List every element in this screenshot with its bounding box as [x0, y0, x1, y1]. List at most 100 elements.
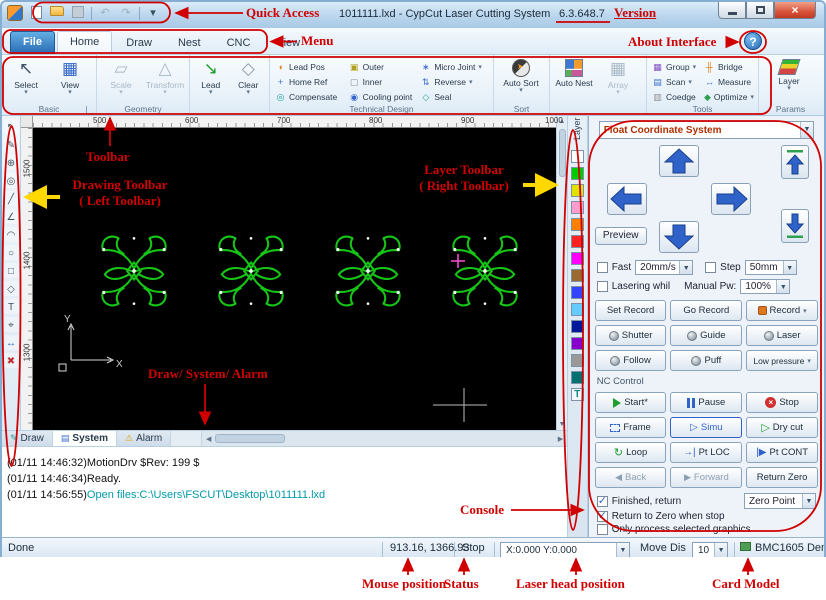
- layer-color-swatch[interactable]: [570, 320, 584, 333]
- inner-button[interactable]: ▢ Inner: [346, 75, 418, 89]
- reverse-button[interactable]: ⇅ Reverse ▾: [417, 75, 491, 89]
- tab-nest[interactable]: Nest: [166, 33, 213, 54]
- follow-button[interactable]: Follow: [594, 350, 667, 371]
- dry-cut-button[interactable]: ▷ Dry cut: [746, 417, 818, 438]
- layer-color-swatch[interactable]: [570, 371, 584, 384]
- text-tool-icon[interactable]: T: [3, 299, 19, 314]
- log-file-link[interactable]: Open files:C:\Users\FSCUT\Desktop\101111…: [87, 489, 325, 501]
- puff-button[interactable]: Puff: [670, 350, 743, 371]
- pt-loc-button[interactable]: →| Pt LOC: [670, 442, 743, 463]
- layer-button[interactable]: Layer ▾: [761, 57, 817, 103]
- layer-color-swatch[interactable]: [570, 235, 584, 248]
- delete-tool-icon[interactable]: ✖: [3, 353, 19, 368]
- jog-down-button[interactable]: [658, 221, 699, 253]
- outer-button[interactable]: ▣ Outer: [346, 60, 418, 74]
- zero-point-select[interactable]: Zero Point ▼: [744, 493, 816, 509]
- close-button[interactable]: ×: [774, 2, 816, 19]
- tab-draw[interactable]: Draw: [114, 33, 164, 54]
- auto-sort-button[interactable]: Auto Sort ▾: [496, 57, 546, 103]
- group-button[interactable]: ▦ Group ▾: [649, 60, 701, 74]
- low-pressure-button[interactable]: Low pressure ▾: [746, 350, 818, 371]
- undo-icon[interactable]: ↶: [97, 6, 113, 21]
- measure-button[interactable]: ↔ Measure: [701, 75, 756, 89]
- layer-color-swatch[interactable]: [570, 303, 584, 316]
- layer-color-swatch[interactable]: [570, 252, 584, 265]
- home-ref-button[interactable]: + Home Ref: [272, 75, 346, 89]
- layer-color-swatch[interactable]: [570, 269, 584, 282]
- forward-button[interactable]: ▶ Forward: [670, 467, 743, 488]
- stop-button[interactable]: × Stop: [746, 392, 818, 413]
- open-file-icon[interactable]: [49, 5, 65, 21]
- horizontal-scrollbar[interactable]: ◀ ▶: [201, 431, 567, 446]
- frame-button[interactable]: Frame: [594, 417, 667, 438]
- clear-button[interactable]: ◇ Clear ▾: [230, 57, 268, 103]
- redo-icon[interactable]: ↷: [118, 6, 134, 21]
- laser-button[interactable]: Laser: [746, 325, 818, 346]
- new-file-icon[interactable]: [28, 5, 44, 21]
- line-tool-icon[interactable]: ╱: [3, 191, 19, 206]
- cooling-point-button[interactable]: ◉ Cooling point: [346, 90, 418, 104]
- back-button[interactable]: ◀ Back: [594, 467, 667, 488]
- micro-joint-button[interactable]: ∗ Micro Joint ▾: [417, 60, 491, 74]
- console-log[interactable]: (01/11 14:46:32)MotionDrv $Rev: 199 $ (0…: [2, 446, 567, 537]
- scrollbar-thumb[interactable]: [215, 434, 286, 443]
- tab-view[interactable]: View: [264, 33, 312, 54]
- finished-return-checkbox[interactable]: [596, 494, 608, 507]
- save-file-icon[interactable]: [70, 5, 86, 21]
- scroll-down-icon[interactable]: ▼: [559, 419, 566, 430]
- focus-up-button[interactable]: [780, 145, 809, 179]
- polygon-tool-icon[interactable]: ◇: [3, 281, 19, 296]
- preview-button[interactable]: Preview: [594, 227, 647, 245]
- view-button[interactable]: ▦ View ▾: [48, 57, 92, 103]
- layer-color-swatch[interactable]: [570, 354, 584, 367]
- select-button[interactable]: ↖ Select ▾: [4, 57, 48, 103]
- jog-up-button[interactable]: [658, 145, 699, 177]
- scrollbar-thumb[interactable]: [558, 129, 566, 177]
- help-button[interactable]: ?: [744, 32, 762, 50]
- scan-button[interactable]: ▤ Scan ▾: [649, 75, 701, 89]
- tab-draw-log[interactable]: ✎ Draw: [2, 431, 53, 446]
- rect-tool-icon[interactable]: □: [3, 263, 19, 278]
- polyline-tool-icon[interactable]: ∠: [3, 209, 19, 224]
- layer-color-swatch[interactable]: [570, 218, 584, 231]
- focus-down-button[interactable]: [780, 209, 809, 243]
- pause-button[interactable]: Pause: [670, 392, 743, 413]
- fast-speed-select[interactable]: 20mm/s ▼: [635, 260, 694, 275]
- record-button[interactable]: Record ▾: [746, 300, 818, 321]
- layer-color-swatch[interactable]: [570, 337, 584, 350]
- loop-button[interactable]: ↻ Loop: [594, 442, 667, 463]
- layer-color-swatch[interactable]: [570, 286, 584, 299]
- manual-pw-select[interactable]: 100% ▼: [740, 279, 791, 294]
- layer-color-swatch[interactable]: [570, 150, 584, 163]
- go-record-button[interactable]: Go Record: [670, 300, 743, 321]
- optimize-button[interactable]: ◆ Optimize ▾: [701, 90, 756, 104]
- minimize-button[interactable]: [718, 2, 746, 19]
- select-tool-icon[interactable]: ↖: [3, 119, 19, 134]
- scroll-right-icon[interactable]: ▶: [554, 435, 567, 443]
- simu-button[interactable]: ▷ Simu: [670, 417, 743, 438]
- layer-color-swatch[interactable]: [570, 184, 584, 197]
- lead-button[interactable]: ↘ Lead ▾: [192, 57, 230, 103]
- transform-button[interactable]: △ Transform ▾: [143, 57, 187, 103]
- measure-tool-icon[interactable]: ↔: [3, 335, 19, 350]
- lead-pos-button[interactable]: ◖ Lead Pos: [272, 60, 346, 74]
- return-to-zero-checkbox[interactable]: [596, 509, 608, 522]
- layer-color-swatch[interactable]: [570, 167, 584, 180]
- layer-color-swatch[interactable]: [570, 201, 584, 214]
- zoom-tool-icon[interactable]: ◎: [3, 173, 19, 188]
- step-checkbox[interactable]: [705, 262, 717, 273]
- only-selected-checkbox[interactable]: [596, 524, 608, 535]
- move-dis-select[interactable]: 10 ▼: [692, 542, 728, 557]
- shutter-button[interactable]: Shutter: [594, 325, 667, 346]
- app-logo-icon[interactable]: [7, 5, 23, 21]
- pt-cont-button[interactable]: |▶ Pt CONT: [746, 442, 818, 463]
- guide-button[interactable]: Guide: [670, 325, 743, 346]
- circle-tool-icon[interactable]: ○: [3, 245, 19, 260]
- arc-tool-icon[interactable]: ◠: [3, 227, 19, 242]
- coordinate-system-select[interactable]: Float Coordinate System ▼: [598, 121, 814, 139]
- lasering-checkbox[interactable]: [596, 281, 608, 292]
- dialog-launcher-icon[interactable]: [86, 106, 94, 114]
- coedge-button[interactable]: ▥ Coedge: [649, 90, 701, 104]
- tab-cnc[interactable]: CNC: [215, 33, 263, 54]
- laser-head-position-select[interactable]: X:0.000 Y:0.000 ▼: [500, 542, 630, 557]
